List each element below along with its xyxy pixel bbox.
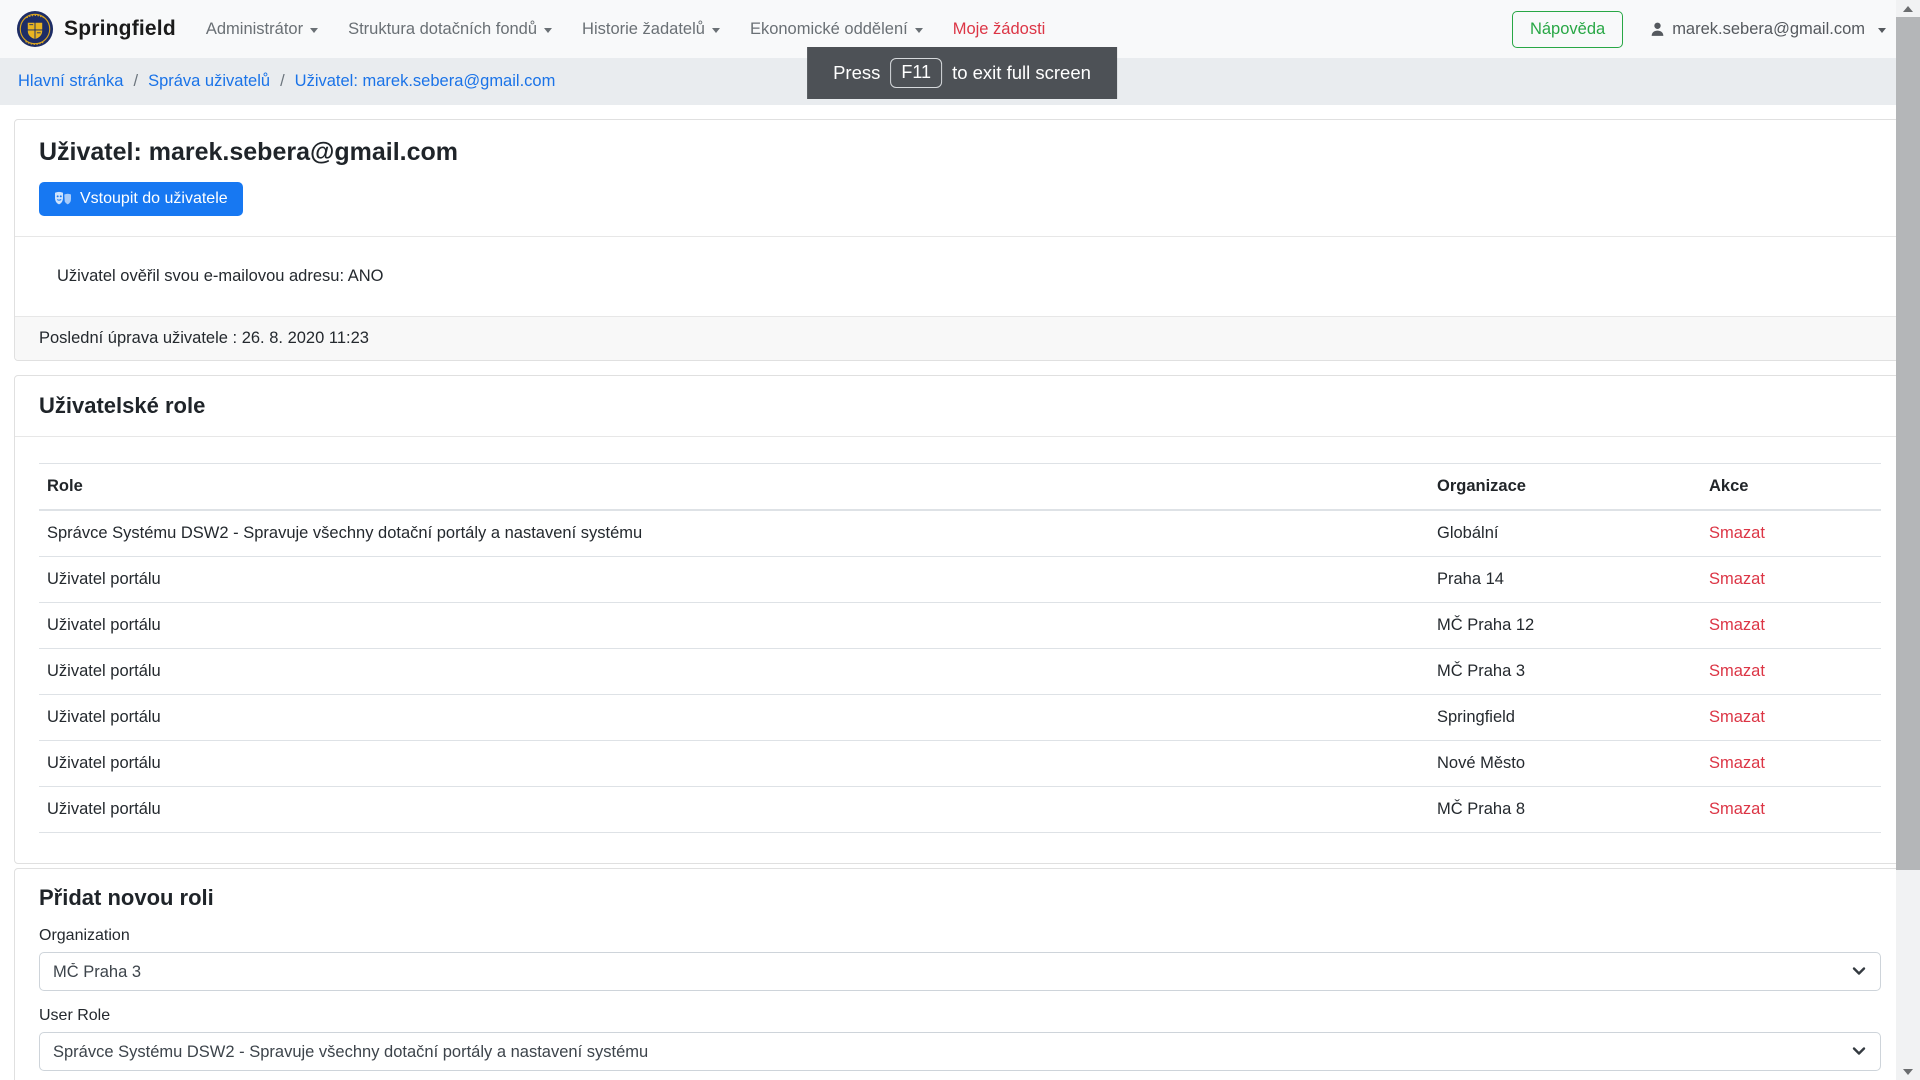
organization-cell: Springfield [1429,695,1701,741]
organization-cell: Praha 14 [1429,557,1701,603]
caret-down-icon [310,28,318,33]
column-header-organizace: Organizace [1429,464,1701,511]
scrollbar-thumb[interactable] [1896,17,1920,870]
scrollbar-down-arrow[interactable] [1896,1063,1920,1080]
user-menu[interactable]: marek.sebera@gmail.com [1649,20,1886,39]
fullscreen-exit-toast: Press F11 to exit full screen [807,47,1117,99]
user-card-header: Uživatel: marek.sebera@gmail.com Vstoupi… [15,120,1905,236]
table-row: Uživatel portálu Nové Město Smazat [39,741,1881,787]
role-cell: Uživatel portálu [39,695,1429,741]
user-detail-card: Uživatel: marek.sebera@gmail.com Vstoupi… [14,119,1906,361]
user-role-select[interactable]: Správce Systému DSW2 - Spravuje všechny … [39,1032,1881,1071]
role-cell: Uživatel portálu [39,557,1429,603]
last-update-text: Poslední úprava uživatele : 26. 8. 2020 … [39,329,369,347]
column-header-akce: Akce [1701,464,1881,511]
breadcrumb-user-management[interactable]: Správa uživatelů [148,72,270,91]
scrollbar-up-arrow[interactable] [1896,0,1920,17]
main-menu: Administrátor Struktura dotačních fondů … [206,20,1045,39]
roles-section-title: Uživatelské role [39,393,1881,419]
organization-select-wrap: MČ Praha 3 [39,952,1881,991]
table-row: Správce Systému DSW2 - Spravuje všechny … [39,510,1881,557]
roles-table-header-row: Role Organizace Akce [39,464,1881,511]
caret-down-icon [915,28,923,33]
role-cell: Uživatel portálu [39,741,1429,787]
user-role-select-wrap: Správce Systému DSW2 - Spravuje všechny … [39,1032,1881,1071]
delete-role-link[interactable]: Smazat [1709,524,1765,542]
table-row: Uživatel portálu MČ Praha 3 Smazat [39,649,1881,695]
role-cell: Uživatel portálu [39,603,1429,649]
springfield-logo-icon [16,10,54,48]
organization-label: Organization [39,927,1881,945]
delete-role-link[interactable]: Smazat [1709,800,1765,818]
enter-user-button[interactable]: Vstoupit do uživatele [39,182,243,216]
caret-down-icon [712,28,720,33]
caret-down-icon [1878,28,1886,33]
add-role-card: Přidat novou roli Organization MČ Praha … [14,868,1906,1080]
brand-name: Springfield [64,17,176,41]
help-button[interactable]: Nápověda [1512,11,1623,48]
table-row: Uživatel portálu Praha 14 Smazat [39,557,1881,603]
delete-role-link[interactable]: Smazat [1709,708,1765,726]
roles-card-header: Uživatelské role [15,376,1905,436]
menu-item-administrator[interactable]: Administrátor [206,20,318,39]
organization-cell: MČ Praha 12 [1429,603,1701,649]
main-content: Uživatel: marek.sebera@gmail.com Vstoupi… [0,119,1920,1080]
delete-role-link[interactable]: Smazat [1709,570,1765,588]
user-card-footer: Poslední úprava uživatele : 26. 8. 2020 … [15,316,1905,360]
organization-cell: Globální [1429,510,1701,557]
email-verified-row: Uživatel ověřil svou e-mailovou adresu: … [15,237,1905,316]
organization-select[interactable]: MČ Praha 3 [39,952,1881,991]
user-email: marek.sebera@gmail.com [1672,20,1865,39]
page-title: Uživatel: marek.sebera@gmail.com [39,138,1881,167]
delete-role-link[interactable]: Smazat [1709,662,1765,680]
roles-card-body: Role Organizace Akce Správce Systému DSW… [15,436,1905,863]
role-cell: Uživatel portálu [39,787,1429,833]
organization-cell: Nové Město [1429,741,1701,787]
toast-text-before: Press [833,62,880,84]
breadcrumb-separator: / [133,72,138,91]
table-row: Uživatel portálu MČ Praha 12 Smazat [39,603,1881,649]
masks-icon [54,191,72,207]
role-cell: Správce Systému DSW2 - Spravuje všechny … [39,510,1429,557]
user-role-label: User Role [39,1007,1881,1025]
organization-cell: MČ Praha 3 [1429,649,1701,695]
table-row: Uživatel portálu Springfield Smazat [39,695,1881,741]
role-cell: Uživatel portálu [39,649,1429,695]
menu-item-historie-zadatelu[interactable]: Historie žadatelů [582,20,720,39]
menu-item-struktura-dotacnich-fondu[interactable]: Struktura dotačních fondů [348,20,552,39]
roles-table: Role Organizace Akce Správce Systému DSW… [39,463,1881,833]
toast-text-after: to exit full screen [952,62,1091,84]
delete-role-link[interactable]: Smazat [1709,616,1765,634]
roles-table-body: Správce Systému DSW2 - Spravuje všechny … [39,510,1881,833]
menu-item-ekonomicke-oddeleni[interactable]: Ekonomické oddělení [750,20,923,39]
menu-item-moje-zadosti[interactable]: Moje žádosti [953,20,1046,39]
organization-cell: MČ Praha 8 [1429,787,1701,833]
page-scrollbar [1896,0,1920,1080]
f11-key-badge: F11 [890,58,942,88]
delete-role-link[interactable]: Smazat [1709,754,1765,772]
caret-down-icon [544,28,552,33]
breadcrumb-current-user[interactable]: Uživatel: marek.sebera@gmail.com [295,72,556,91]
brand[interactable]: Springfield [16,10,176,48]
user-roles-card: Uživatelské role Role Organizace Akce Sp… [14,375,1906,864]
person-icon [1649,21,1666,38]
breadcrumb-separator: / [280,72,285,91]
email-verified-text: Uživatel ověřil svou e-mailovou adresu: … [57,267,383,285]
breadcrumb-home[interactable]: Hlavní stránka [18,72,123,91]
add-role-title: Přidat novou roli [39,885,1881,911]
column-header-role: Role [39,464,1429,511]
table-row: Uživatel portálu MČ Praha 8 Smazat [39,787,1881,833]
